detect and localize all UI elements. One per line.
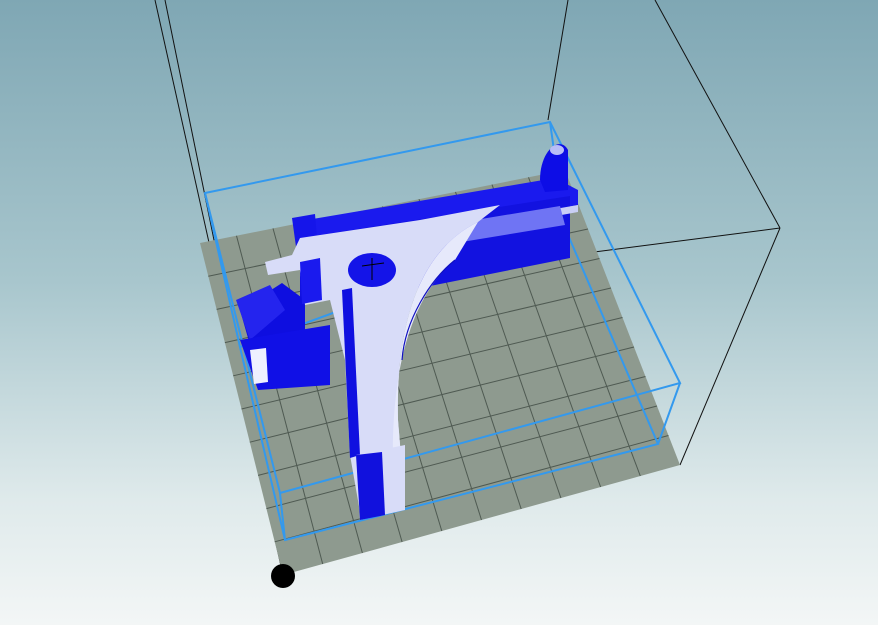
scene-canvas[interactable] — [0, 0, 878, 625]
origin-dot-icon — [271, 564, 295, 588]
3d-viewport[interactable] — [0, 0, 878, 625]
